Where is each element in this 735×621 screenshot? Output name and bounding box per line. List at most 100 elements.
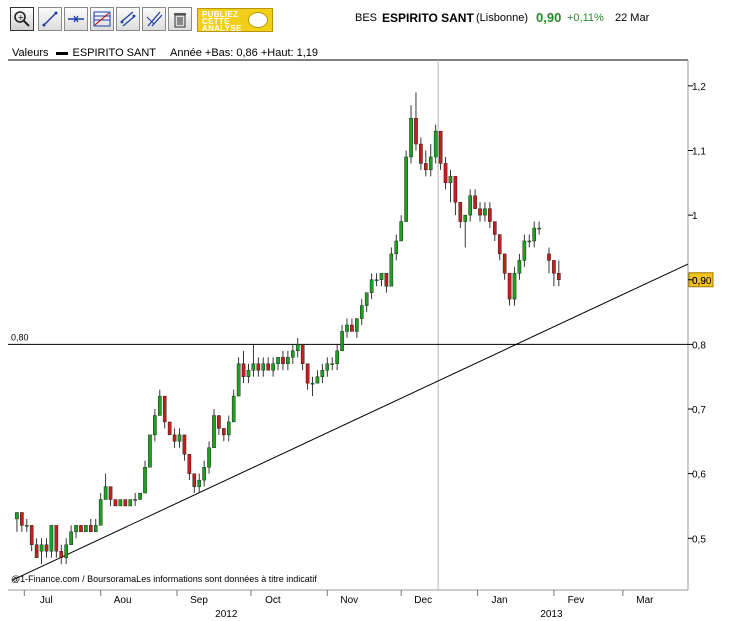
- legend-info: Année +Bas: 0,86 +Haut: 1,19: [170, 47, 319, 59]
- candle: [468, 189, 472, 222]
- fibonacci-icon[interactable]: [90, 7, 114, 31]
- candle: [305, 363, 310, 390]
- trash-icon[interactable]: [168, 7, 192, 31]
- x-tick-label: Mar: [636, 595, 654, 606]
- candle-body: [54, 525, 59, 552]
- candle: [483, 202, 487, 222]
- candle-body: [384, 273, 389, 287]
- candle: [133, 493, 137, 506]
- x-tick-label: Sep: [190, 595, 208, 606]
- x-tick-label: Nov: [340, 595, 358, 606]
- candle-body: [197, 479, 202, 487]
- candle: [24, 518, 29, 532]
- price-chart[interactable]: 0,80 0,90 @1-Finance.com / BoursoramaLes i…: [0, 0, 735, 621]
- candles[interactable]: [15, 92, 561, 565]
- candle-body: [330, 363, 335, 365]
- candle: [355, 318, 359, 338]
- candle-body: [419, 143, 423, 164]
- candle-body: [153, 415, 157, 436]
- candle-body: [34, 544, 39, 558]
- speech-bubble-icon: [248, 12, 268, 28]
- horizontal-line-icon[interactable]: [64, 7, 88, 31]
- candle: [236, 357, 241, 397]
- candle: [276, 357, 280, 371]
- candle-body: [148, 434, 152, 468]
- candle-body: [453, 176, 458, 203]
- candle: [384, 273, 389, 293]
- candle: [172, 428, 177, 448]
- candle: [162, 395, 167, 429]
- candle-body: [222, 428, 226, 436]
- candle: [379, 273, 384, 287]
- candle-body: [157, 395, 162, 416]
- candle-body: [276, 357, 280, 364]
- candle-body: [497, 234, 502, 255]
- candle-body: [355, 318, 359, 332]
- candle: [345, 318, 349, 338]
- candle: [300, 344, 305, 371]
- candle: [59, 544, 64, 565]
- candle-body: [512, 273, 517, 300]
- candle: [512, 266, 517, 306]
- zoom-icon[interactable]: +: [10, 7, 34, 31]
- candle-body: [143, 466, 147, 494]
- candle: [79, 525, 83, 533]
- candle: [197, 473, 202, 494]
- parallel-lines-icon[interactable]: [142, 7, 166, 31]
- candle-body: [207, 447, 211, 468]
- quote-name: ESPIRITO SANT: [382, 11, 474, 25]
- candle: [488, 202, 492, 229]
- candle-body: [182, 434, 187, 455]
- candle: [20, 512, 24, 532]
- candle-body: [492, 221, 497, 235]
- candle: [39, 538, 44, 565]
- candle: [428, 144, 433, 177]
- trend-channel-icon[interactable]: [116, 7, 140, 31]
- candle: [241, 350, 246, 384]
- candle-body: [177, 434, 182, 442]
- candle: [113, 499, 118, 507]
- candle-body: [49, 525, 54, 552]
- candle-body: [335, 350, 339, 364]
- candle-body: [458, 201, 463, 222]
- trendline: [11, 263, 689, 581]
- candle-body: [226, 421, 231, 436]
- candle-body: [246, 370, 251, 377]
- candle: [44, 538, 49, 558]
- legend-swatch: [56, 51, 69, 55]
- candle: [335, 344, 339, 371]
- y-tick-label: 1: [692, 211, 698, 222]
- candle: [69, 525, 73, 545]
- candle: [438, 130, 443, 170]
- candle-body: [44, 544, 49, 552]
- publish-analysis-button[interactable]: PUBLIEZ CETTE ANALYSE: [197, 8, 273, 33]
- line-tool-icon[interactable]: [38, 7, 62, 31]
- quote-market: (Lisbonne): [476, 12, 528, 24]
- candle: [448, 169, 453, 203]
- candle-body: [256, 363, 261, 371]
- candle-body: [271, 363, 275, 371]
- candle: [492, 221, 497, 241]
- candle-body: [286, 357, 290, 364]
- candle: [192, 473, 197, 494]
- candle: [128, 499, 133, 507]
- candle-body: [374, 279, 379, 281]
- candle-body: [59, 551, 64, 558]
- candle-body: [266, 363, 270, 371]
- candle: [138, 492, 142, 500]
- candle-body: [98, 499, 103, 526]
- candle: [310, 376, 315, 397]
- candle: [325, 357, 330, 377]
- candle: [369, 273, 374, 300]
- candle: [212, 409, 216, 449]
- x-tick-label: Jul: [40, 595, 53, 606]
- candle-body: [236, 363, 241, 397]
- y-tick-label: 1,2: [692, 82, 706, 93]
- y-tick-label: 1,1: [692, 146, 706, 157]
- candle: [246, 363, 251, 384]
- candle: [522, 234, 527, 267]
- candle-body: [478, 208, 482, 216]
- candle-body: [502, 253, 507, 274]
- candle: [207, 441, 211, 474]
- candle: [443, 156, 448, 190]
